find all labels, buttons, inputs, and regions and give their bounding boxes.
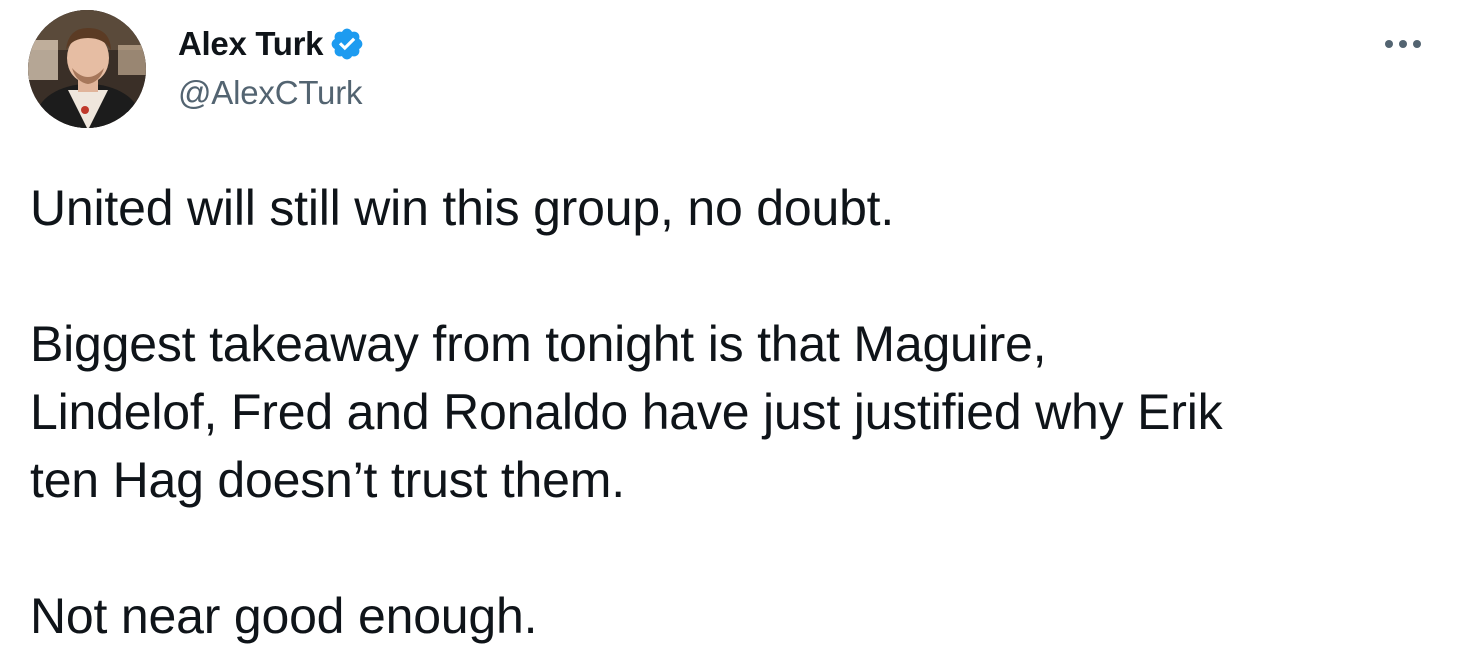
display-name[interactable]: Alex Turk <box>178 25 324 63</box>
tweet-card: Alex Turk @AlexCTurk United will still w… <box>0 0 1460 658</box>
tweet-paragraph-3: Not near good enough. <box>30 588 538 644</box>
avatar-photo-icon <box>28 10 146 128</box>
user-handle[interactable]: @AlexCTurk <box>178 74 365 112</box>
tweet-paragraph-2: Biggest takeaway from tonight is that Ma… <box>30 316 1223 508</box>
avatar[interactable] <box>28 10 146 128</box>
more-options-button[interactable] <box>1378 26 1428 62</box>
author-info: Alex Turk @AlexCTurk <box>178 22 365 112</box>
tweet-paragraph-1: United will still win this group, no dou… <box>30 180 895 236</box>
verified-badge-icon <box>329 26 365 62</box>
more-horizontal-icon <box>1385 40 1421 48</box>
name-row: Alex Turk <box>178 22 365 66</box>
